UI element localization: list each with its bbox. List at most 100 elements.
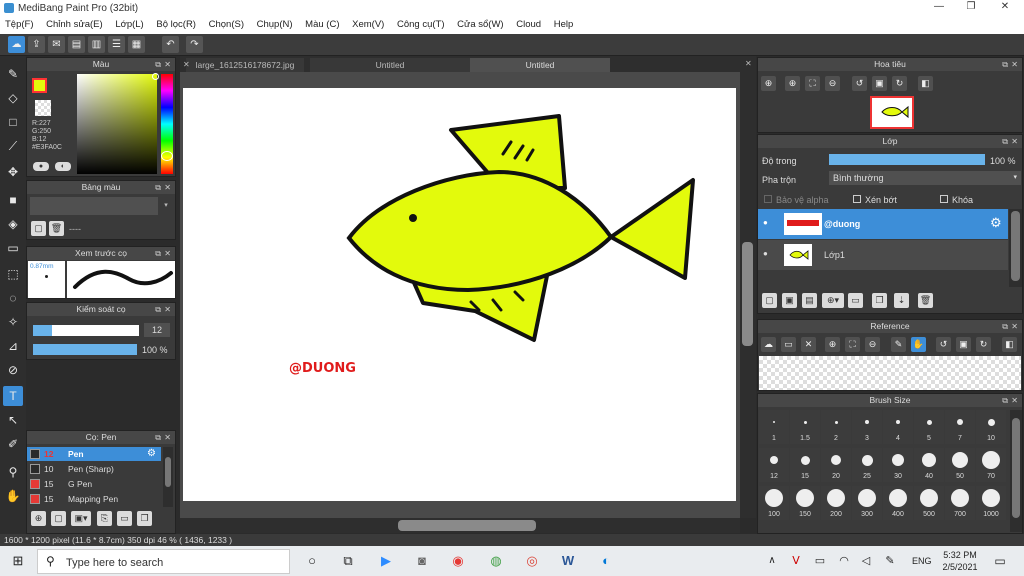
menu-cloud[interactable]: Cloud	[511, 17, 546, 32]
brush-size-option[interactable]: 700	[945, 486, 975, 520]
edge-icon[interactable]: ◐	[596, 552, 616, 570]
new-palette-icon[interactable]: ▢	[31, 221, 46, 236]
delete-palette-icon[interactable]: 🗑	[49, 221, 64, 236]
brush-size-option[interactable]: 2	[821, 410, 851, 444]
menu-color[interactable]: Màu (C)	[300, 17, 344, 32]
gear-icon[interactable]: ⚙	[990, 215, 1002, 231]
palette-dropdown-icon[interactable]: ▾	[161, 197, 171, 215]
magic-wand-icon[interactable]: ✧	[3, 312, 23, 332]
rotate-right-icon[interactable]: ↻	[892, 76, 907, 91]
color-picker-handle[interactable]	[152, 73, 159, 80]
fill-rect-icon[interactable]: ■	[3, 190, 23, 210]
folder-icon[interactable]: ▭	[117, 511, 132, 526]
list-icon[interactable]: ☰	[108, 36, 125, 53]
vertical-scroll-thumb[interactable]	[742, 242, 753, 346]
visibility-icon[interactable]: ●	[763, 218, 768, 227]
brush-opacity-slider[interactable]	[33, 344, 137, 355]
menu-filter[interactable]: Bộ lọc(R)	[151, 17, 201, 32]
close-icon[interactable]: ✕	[990, 1, 1020, 15]
paint-app-icon[interactable]: ◍	[486, 552, 506, 570]
lasso-icon[interactable]: ◌	[3, 288, 23, 308]
rotate-right-icon[interactable]: ↻	[976, 337, 991, 352]
tab-document[interactable]: large_1612516178672.jpg ✕	[183, 58, 304, 72]
menu-view[interactable]: Xem(V)	[347, 17, 389, 32]
close-all-tabs-icon[interactable]: ✕	[745, 59, 752, 68]
brush-size-option[interactable]: 150	[790, 486, 820, 520]
close-icon[interactable]: ✕	[164, 431, 171, 444]
brush-size-option[interactable]: 15	[790, 448, 820, 482]
close-icon[interactable]: ✕	[1011, 394, 1018, 407]
visibility-icon[interactable]: ●	[763, 249, 768, 258]
zoom-in-icon[interactable]: ⊕	[761, 76, 776, 91]
fit-window-icon[interactable]: ⛶	[805, 76, 820, 91]
brush-size-option[interactable]: 30	[883, 448, 913, 482]
brush-size-option[interactable]: 400	[883, 486, 913, 520]
close-icon[interactable]: ✕	[1011, 58, 1018, 71]
brush-size-option[interactable]: 7	[945, 410, 975, 444]
comment-icon[interactable]: ✉	[48, 36, 65, 53]
menu-layer[interactable]: Lớp(L)	[110, 17, 148, 32]
palette-add-icon[interactable]: ●	[33, 162, 49, 171]
menu-file[interactable]: Tệp(F)	[0, 17, 39, 32]
detach-icon[interactable]: ⧉	[155, 58, 161, 71]
fit-window-icon[interactable]: ⛶	[845, 337, 860, 352]
detach-icon[interactable]: ⧉	[1002, 58, 1008, 71]
palette-swap-icon[interactable]: ◐	[55, 162, 71, 171]
share-icon[interactable]: ⇪	[28, 36, 45, 53]
vertical-scrollbar[interactable]	[740, 72, 756, 518]
detach-icon[interactable]: ⧉	[155, 303, 161, 316]
zoom-out-icon[interactable]: ⊖	[825, 76, 840, 91]
new-layer-icon[interactable]: ▢	[762, 293, 777, 308]
horizontal-scroll-thumb[interactable]	[398, 520, 536, 531]
menu-help[interactable]: Help	[549, 17, 579, 32]
cloud-icon[interactable]: ☁	[761, 337, 776, 352]
minimize-icon[interactable]: —	[924, 1, 954, 15]
page-icon[interactable]: ▥	[88, 36, 105, 53]
brush-size-option[interactable]: 300	[852, 486, 882, 520]
menu-edit[interactable]: Chỉnh sửa(E)	[41, 17, 108, 32]
brush-size-option[interactable]: 20	[821, 448, 851, 482]
brush-size-option[interactable]: 10	[976, 410, 1006, 444]
select-rect-icon[interactable]: ⬚	[3, 264, 23, 284]
transparent-swatch[interactable]	[35, 100, 51, 116]
medibang-app-icon[interactable]: ◉	[448, 552, 468, 570]
duplicate-layer-icon[interactable]: ❐	[872, 293, 887, 308]
open-folder-icon[interactable]: ▭	[781, 337, 796, 352]
add-brush-icon[interactable]: ⊕	[31, 511, 46, 526]
tab-untitled[interactable]: Untitled	[310, 58, 470, 72]
close-icon[interactable]: ✕	[1011, 135, 1018, 148]
brush-size-option[interactable]: 200	[821, 486, 851, 520]
close-icon[interactable]: ✕	[164, 247, 171, 260]
camera-app-icon[interactable]: ◙	[412, 552, 432, 570]
undo-icon[interactable]: ↶	[162, 36, 179, 53]
task-view-icon[interactable]: ⧉	[338, 552, 358, 570]
eyedropper-icon[interactable]: ⚲	[3, 462, 23, 482]
layer-menu-icon[interactable]: ⊕▾	[822, 293, 844, 308]
detach-icon[interactable]: ⧉	[155, 431, 161, 444]
delete-layer-icon[interactable]: 🗑	[918, 293, 933, 308]
pen-icon[interactable]: ✎	[880, 552, 900, 570]
layer-folder-icon[interactable]: ▭	[848, 293, 863, 308]
duplicate-icon[interactable]: ❐	[137, 511, 152, 526]
brush-list-scrollbar[interactable]	[163, 447, 173, 507]
brush-size-option[interactable]: 70	[976, 448, 1006, 482]
merge-layer-icon[interactable]: ⇣	[894, 293, 909, 308]
brush-size-option[interactable]: 100	[759, 486, 789, 520]
detach-icon[interactable]: ⧉	[155, 181, 161, 194]
close-icon[interactable]: ✕	[801, 337, 816, 352]
foreground-color-swatch[interactable]	[32, 78, 47, 93]
brush-size-option[interactable]: 1.5	[790, 410, 820, 444]
brush-size-option[interactable]: 5	[914, 410, 944, 444]
brush-size-slider[interactable]	[33, 325, 139, 336]
word-icon[interactable]: W	[558, 552, 578, 570]
detach-icon[interactable]: ⧉	[155, 247, 161, 260]
saturation-value-picker[interactable]	[77, 74, 157, 174]
brush-size-option[interactable]: 1000	[976, 486, 1006, 520]
blend-mode-select[interactable]: Bình thường ▾	[829, 171, 1021, 185]
redo-icon[interactable]: ↷	[186, 36, 203, 53]
flip-icon[interactable]: ◧	[918, 76, 933, 91]
flip-icon[interactable]: ◧	[1002, 337, 1017, 352]
eraser-tool-icon[interactable]: ◇	[3, 88, 23, 108]
hue-handle[interactable]	[161, 151, 173, 161]
maximize-icon[interactable]: ❐	[956, 1, 986, 15]
